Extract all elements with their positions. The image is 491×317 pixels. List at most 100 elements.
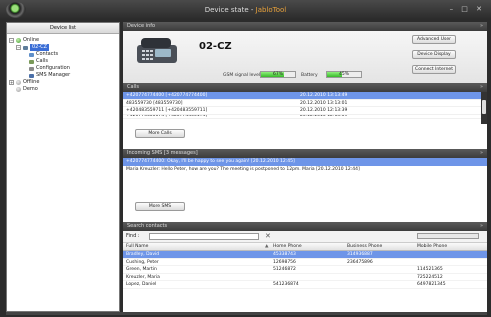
configuration-icon xyxy=(29,66,34,71)
status-bar xyxy=(6,312,487,315)
tree-contacts-label: Contacts xyxy=(36,51,59,57)
app-name: JabloTool xyxy=(255,6,287,14)
tree-calls[interactable]: Calls xyxy=(9,58,117,65)
advanced-user-button[interactable]: Advanced User xyxy=(412,35,456,44)
cell-business: 314936887 xyxy=(347,252,373,257)
call-number: +420774400174 [+420774400174] xyxy=(126,114,208,118)
call-time: 20.12.2010 12:13:39 xyxy=(300,108,348,113)
table-row[interactable]: Bradley, David 45338743 314936887 xyxy=(123,251,487,259)
more-calls-button[interactable]: More Calls xyxy=(135,129,185,138)
device-list-panel: Device list − Online − 02-CZ Contacts Ca… xyxy=(6,22,120,312)
col-business-phone[interactable]: Business Phone xyxy=(347,243,382,251)
contacts-table-header: Full Name ▲ Home Phone Business Phone Mo… xyxy=(123,243,487,251)
call-time: 20.12.2010 13:13:01 xyxy=(300,100,348,106)
phone-icon xyxy=(23,45,28,50)
call-row[interactable]: +420483559711 [+420483559711] 20.12.2010… xyxy=(123,107,487,115)
cell-home: 12698756 xyxy=(273,259,296,265)
sms-message[interactable]: Maria Kreuzler: Hello Peter, how are you… xyxy=(123,166,487,174)
calls-header: Calls » xyxy=(123,83,487,92)
find-row: Find : ✕ xyxy=(123,231,487,243)
gsm-signal-meter: 67% xyxy=(260,71,296,78)
cell-mobile: 725224512 xyxy=(417,274,443,280)
sms-message[interactable]: +420774774400: Okay, I'll be happy to se… xyxy=(123,158,487,166)
call-time: 20.12.2010 12:13:09 xyxy=(300,114,348,118)
offline-status-icon xyxy=(16,80,21,85)
more-sms-button[interactable]: More SMS xyxy=(135,202,185,211)
call-row[interactable]: +420774400174 [+420774400174] 20.12.2010… xyxy=(123,115,487,119)
tree-configuration-label: Configuration xyxy=(36,65,70,71)
sms-panel: +420774774400: Okay, I'll be happy to se… xyxy=(123,158,487,222)
device-info-header: Device info » xyxy=(123,22,487,31)
online-status-icon xyxy=(16,38,21,43)
find-input[interactable] xyxy=(149,233,259,240)
calls-icon xyxy=(29,59,34,64)
title-separator: - xyxy=(248,6,256,14)
contacts-panel: Find : ✕ Full Name ▲ Home Phone Business… xyxy=(123,231,487,312)
gsm-signal-label: GSM signal level xyxy=(223,73,261,78)
table-row[interactable]: Lopez, Daniel 541236874 6497821345 xyxy=(123,281,487,289)
cell-name: Green, Martin xyxy=(126,267,157,272)
tree-sms-manager[interactable]: SMS Manager xyxy=(9,72,117,79)
call-number: +420483559711 [+420483559711] xyxy=(126,108,208,113)
call-number: 483559730 [483559730] xyxy=(126,100,183,106)
calls-panel: +420774774400 [+420774774400] 20.12.2010… xyxy=(123,92,487,149)
collapse-icon[interactable]: − xyxy=(9,38,14,43)
gsm-signal-value: 67% xyxy=(272,72,283,77)
table-row[interactable]: Cushing, Peter 12698756 236475896 xyxy=(123,259,487,266)
device-list-header: Device list xyxy=(7,23,119,34)
cell-name: Bradley, David xyxy=(126,252,160,257)
cell-home: 51246872 xyxy=(273,267,296,272)
collapse-arrow-icon[interactable]: » xyxy=(480,222,483,231)
title-text: Device state xyxy=(204,6,249,14)
battery-value: 45% xyxy=(338,72,349,77)
window-title: Device state - JabloTool xyxy=(0,0,491,20)
call-number: +420774774400 [+420774774400] xyxy=(126,93,208,98)
call-time: 20.12.2010 13:13:49 xyxy=(300,93,348,98)
tree-offline[interactable]: + Offline xyxy=(9,79,117,86)
col-home-phone[interactable]: Home Phone xyxy=(273,243,302,251)
tree-offline-label: Offline xyxy=(23,79,40,85)
col-full-name[interactable]: Full Name xyxy=(126,243,148,251)
sms-header: Incoming SMS [3 messages] » xyxy=(123,149,487,158)
device-info-panel: 02-CZ GSM signal level 67% Battery 45% A… xyxy=(123,31,487,83)
tree-configuration[interactable]: Configuration xyxy=(9,65,117,72)
cell-mobile: 6497821345 xyxy=(417,282,446,287)
device-info-title: Device info xyxy=(127,23,156,29)
collapse-arrow-icon[interactable]: » xyxy=(480,83,483,92)
sms-icon xyxy=(29,73,34,78)
table-row[interactable]: Kreuzler, Maria 725224512 xyxy=(123,274,487,281)
tree-contacts[interactable]: Contacts xyxy=(9,51,117,58)
cell-mobile: 114521365 xyxy=(417,267,443,272)
device-display-button[interactable]: Device Display xyxy=(412,50,456,59)
clear-search-icon[interactable]: ✕ xyxy=(265,232,273,240)
find-label: Find : xyxy=(126,233,140,239)
col-mobile-phone[interactable]: Mobile Phone xyxy=(417,243,447,251)
sms-title: Incoming SMS [3 messages] xyxy=(127,150,198,156)
table-row[interactable]: Green, Martin 51246872 114521365 xyxy=(123,266,487,274)
battery-meter: 45% xyxy=(326,71,362,78)
search-progress xyxy=(417,233,479,239)
main-area: Device info » 02-CZ GSM signal level 67%… xyxy=(123,22,487,312)
call-row[interactable]: 483559730 [483559730] 20.12.2010 13:13:0… xyxy=(123,100,487,107)
contacts-title: Search contacts xyxy=(127,223,168,229)
cell-home: 45338743 xyxy=(273,252,296,257)
calls-title: Calls xyxy=(127,84,139,90)
device-model: 02-CZ xyxy=(199,41,232,52)
collapse-arrow-icon[interactable]: » xyxy=(480,149,483,158)
calls-scrollbar[interactable] xyxy=(481,92,487,124)
tree-demo[interactable]: Demo xyxy=(9,86,117,93)
collapse-arrow-icon[interactable]: » xyxy=(480,22,483,31)
scroll-thumb[interactable] xyxy=(482,100,486,114)
tree-calls-label: Calls xyxy=(36,58,48,64)
connect-internet-button[interactable]: Connect Internet xyxy=(412,65,456,74)
window-controls[interactable]: – □ ✕ xyxy=(450,5,485,13)
call-row[interactable]: +420774774400 [+420774774400] 20.12.2010… xyxy=(123,92,487,100)
expand-icon[interactable]: + xyxy=(9,80,14,85)
tree-sms-manager-label: SMS Manager xyxy=(36,72,71,78)
cell-business: 236475896 xyxy=(347,259,373,265)
tree-device[interactable]: − 02-CZ xyxy=(9,44,117,51)
cell-name: Lopez, Daniel xyxy=(126,282,157,287)
cell-name: Cushing, Peter xyxy=(126,259,159,265)
collapse-icon[interactable]: − xyxy=(16,45,21,50)
tree-online[interactable]: − Online xyxy=(9,37,117,44)
